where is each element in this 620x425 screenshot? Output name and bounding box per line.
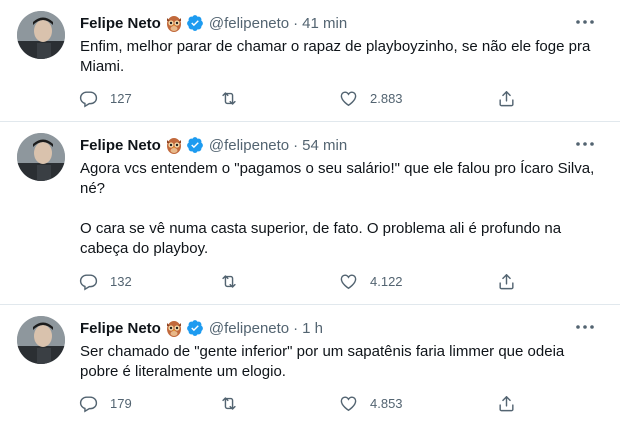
reply-icon bbox=[79, 394, 98, 413]
tweet-paragraph: Enfim, melhor parar de chamar o rapaz de… bbox=[80, 38, 591, 75]
tweet-text: Agora vcs entendem o "pagamos o seu salá… bbox=[80, 159, 595, 259]
share-icon bbox=[497, 89, 516, 108]
like-count: 2.883 bbox=[370, 90, 403, 106]
tweet[interactable]: Felipe Neto @felipeneto · 1 h Ser chamad… bbox=[0, 305, 620, 425]
author-handle[interactable]: @felipeneto bbox=[209, 15, 289, 32]
like-button[interactable]: 2.883 bbox=[339, 88, 403, 108]
reply-icon bbox=[79, 272, 98, 291]
reply-count: 132 bbox=[110, 273, 132, 289]
tweet-timestamp[interactable]: 41 min bbox=[302, 15, 347, 32]
avatar[interactable] bbox=[17, 133, 65, 181]
author-handle[interactable]: @felipeneto bbox=[209, 137, 289, 154]
tweet-timestamp[interactable]: 54 min bbox=[302, 137, 347, 154]
tweet-paragraph: Ser chamado de "gente inferior" por um s… bbox=[80, 343, 565, 380]
tweet-actions: 132 4.122 bbox=[79, 271, 529, 291]
heart-icon bbox=[339, 89, 358, 108]
tweet[interactable]: Felipe Neto @felipeneto · 41 min Enfim, … bbox=[0, 0, 620, 122]
owl-emoji-icon bbox=[166, 15, 182, 32]
heart-icon bbox=[339, 272, 358, 291]
reply-count: 127 bbox=[110, 90, 132, 106]
verified-badge-icon bbox=[186, 14, 204, 32]
retweet-button[interactable] bbox=[219, 271, 251, 291]
author-handle[interactable]: @felipeneto bbox=[209, 320, 289, 337]
tweet-header: Felipe Neto @felipeneto · 41 min bbox=[80, 14, 347, 32]
share-icon bbox=[497, 394, 516, 413]
more-options-icon[interactable] bbox=[574, 12, 596, 32]
tweet-header: Felipe Neto @felipeneto · 1 h bbox=[80, 319, 323, 337]
retweet-icon bbox=[219, 89, 239, 108]
like-button[interactable]: 4.122 bbox=[339, 271, 403, 291]
owl-emoji-icon bbox=[166, 137, 182, 154]
tweet-text: Enfim, melhor parar de chamar o rapaz de… bbox=[80, 37, 595, 77]
share-button[interactable] bbox=[497, 393, 516, 413]
owl-emoji-icon bbox=[166, 320, 182, 337]
retweet-button[interactable] bbox=[219, 393, 251, 413]
tweet-timestamp[interactable]: 1 h bbox=[302, 320, 323, 337]
reply-icon bbox=[79, 89, 98, 108]
retweet-icon bbox=[219, 394, 239, 413]
author-name[interactable]: Felipe Neto bbox=[80, 15, 161, 32]
tweet-text: Ser chamado de "gente inferior" por um s… bbox=[80, 342, 595, 382]
separator-dot: · bbox=[293, 136, 299, 154]
reply-button[interactable]: 179 bbox=[79, 393, 132, 413]
share-button[interactable] bbox=[497, 271, 516, 291]
tweet[interactable]: Felipe Neto @felipeneto · 54 min Agora v… bbox=[0, 122, 620, 305]
retweet-icon bbox=[219, 272, 239, 291]
avatar[interactable] bbox=[17, 316, 65, 364]
verified-badge-icon bbox=[186, 319, 204, 337]
tweet-actions: 179 4.853 bbox=[79, 393, 529, 413]
share-icon bbox=[497, 272, 516, 291]
verified-badge-icon bbox=[186, 136, 204, 154]
tweet-actions: 127 2.883 bbox=[79, 88, 529, 108]
like-count: 4.853 bbox=[370, 395, 403, 411]
retweet-button[interactable] bbox=[219, 88, 251, 108]
like-button[interactable]: 4.853 bbox=[339, 393, 403, 413]
author-name[interactable]: Felipe Neto bbox=[80, 137, 161, 154]
separator-dot: · bbox=[293, 14, 299, 32]
reply-button[interactable]: 132 bbox=[79, 271, 132, 291]
tweet-paragraph: Agora vcs entendem o "pagamos o seu salá… bbox=[80, 160, 595, 197]
tweet-paragraph: O cara se vê numa casta superior, de fat… bbox=[80, 220, 562, 257]
more-options-icon[interactable] bbox=[574, 317, 596, 337]
like-count: 4.122 bbox=[370, 273, 403, 289]
separator-dot: · bbox=[293, 319, 299, 337]
reply-button[interactable]: 127 bbox=[79, 88, 132, 108]
more-options-icon[interactable] bbox=[574, 134, 596, 154]
avatar[interactable] bbox=[17, 11, 65, 59]
tweet-header: Felipe Neto @felipeneto · 54 min bbox=[80, 136, 347, 154]
heart-icon bbox=[339, 394, 358, 413]
reply-count: 179 bbox=[110, 395, 132, 411]
share-button[interactable] bbox=[497, 88, 516, 108]
author-name[interactable]: Felipe Neto bbox=[80, 320, 161, 337]
tweet-timeline: Felipe Neto @felipeneto · 41 min Enfim, … bbox=[0, 0, 620, 425]
